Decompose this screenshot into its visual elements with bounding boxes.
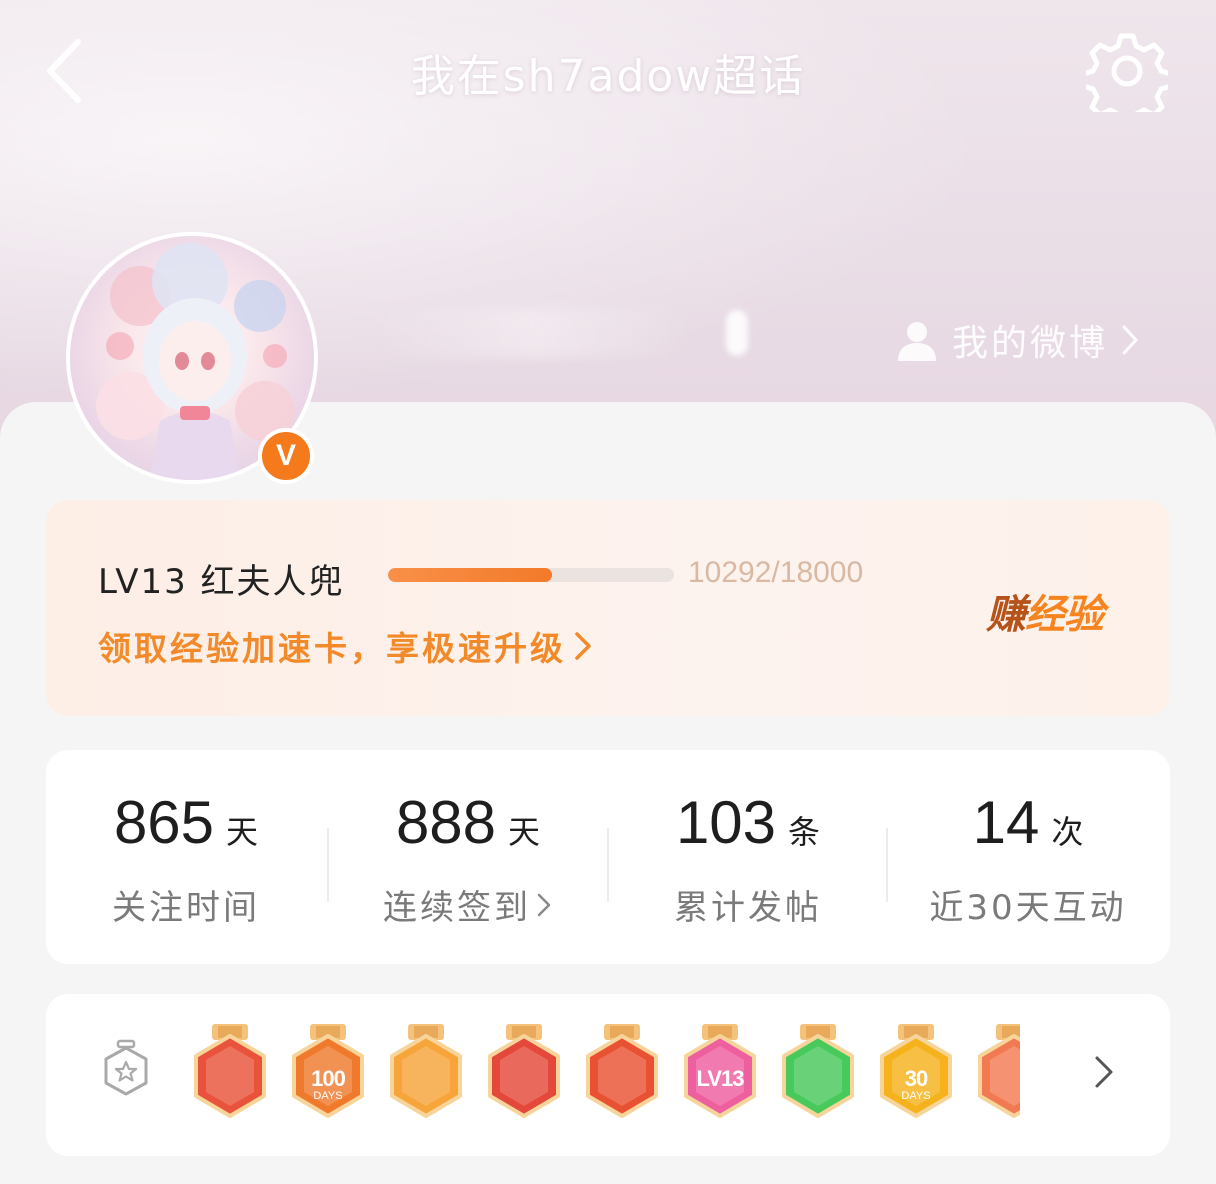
page-title: 我在sh7adow超话 [410,51,806,102]
my-weibo-label: 我的微博 [952,323,1109,364]
stat-unit: 条 [788,814,821,850]
stat-unit: 天 [508,814,541,850]
dog-year-badge[interactable] [190,1024,270,1124]
stat-follow-days: 865 天 关注时间 [46,750,326,964]
stat-value: 103 [675,789,777,856]
30-days-badge[interactable]: 30 DAYS [876,1024,956,1124]
earn-exp-button[interactable]: 赚经验 [986,582,1104,640]
stat-value: 865 [113,789,215,856]
medal-icon [104,1039,148,1096]
person-icon [898,322,936,361]
badge-wall[interactable]: 100 DAYS LV13 30 DAYS [46,994,1170,1156]
nickname-blurred-dot [726,310,748,356]
badge-icon [488,1024,560,1118]
badge-icon [782,1024,854,1118]
stat-unit: 天 [226,814,259,850]
stat-unit: 次 [1051,814,1084,850]
level-card: LV13 红夫人兜 10292/18000 领取经验加速卡，享极速升级 赚经验 [46,500,1170,716]
level-progress-bar [388,568,674,582]
settings-button[interactable] [1080,30,1174,127]
stat-checkin-days[interactable]: 888 天 连续签到 [328,750,608,964]
stat-label: 近30天互动 [929,888,1127,928]
avatar[interactable]: V [66,232,318,484]
earn-exp-label-1: 赚 [986,592,1026,638]
badge-text: 30 [904,1066,928,1091]
gear-icon [1080,33,1174,127]
badge-text: 100 [311,1066,346,1091]
stat-value: 888 [395,789,497,856]
earn-exp-label-2: 经验 [1025,592,1104,638]
level-progress-text: 10292/18000 [688,556,864,589]
stat-label: 关注时间 [112,888,260,928]
level-label: LV13 红夫人兜 [98,562,345,602]
badge-list: 100 DAYS LV13 30 DAYS [190,1024,1020,1124]
stats-card: 865 天 关注时间 888 天 连续签到 103 条 累计发帖 14 次 近30天互动 [46,750,1170,964]
stat-post-count: 103 条 累计发帖 [608,750,888,964]
badge-subtext: DAYS [901,1090,931,1102]
verified-badge: V [258,428,314,484]
stat-interactions: 14 次 近30天互动 [888,750,1168,964]
stat-label: 连续签到 [383,888,531,928]
chevron-right-icon [575,632,591,660]
speed-card-label: 领取经验加速卡，享极速升级 [98,629,566,668]
partial-badge[interactable] [974,1024,1020,1124]
crown-badge[interactable] [386,1024,466,1124]
my-weibo-link[interactable]: 我的微博 [894,312,1140,368]
badge-icon [390,1024,462,1118]
dog-red-badge[interactable] [484,1024,564,1124]
chevron-right-icon [537,893,551,916]
100-days-badge[interactable]: 100 DAYS [288,1024,368,1124]
nickname-blurred [370,308,700,358]
badge-text: LV13 [696,1066,745,1091]
hand-badge[interactable] [778,1024,858,1124]
badge-icon [586,1024,658,1118]
stat-label: 累计发帖 [674,888,822,928]
stat-value: 14 [972,789,1040,856]
lv13-badge[interactable]: LV13 [680,1024,760,1124]
chevron-right-icon [1122,325,1138,355]
level-progress-fill [388,568,552,582]
badge-icon [978,1024,1020,1118]
dragon-badge[interactable] [582,1024,662,1124]
speed-card-link[interactable]: 领取经验加速卡，享极速升级 [98,622,594,670]
chevron-right-icon[interactable] [1092,1052,1116,1092]
badge-icon [194,1024,266,1118]
badge-subtext: DAYS [313,1090,343,1102]
